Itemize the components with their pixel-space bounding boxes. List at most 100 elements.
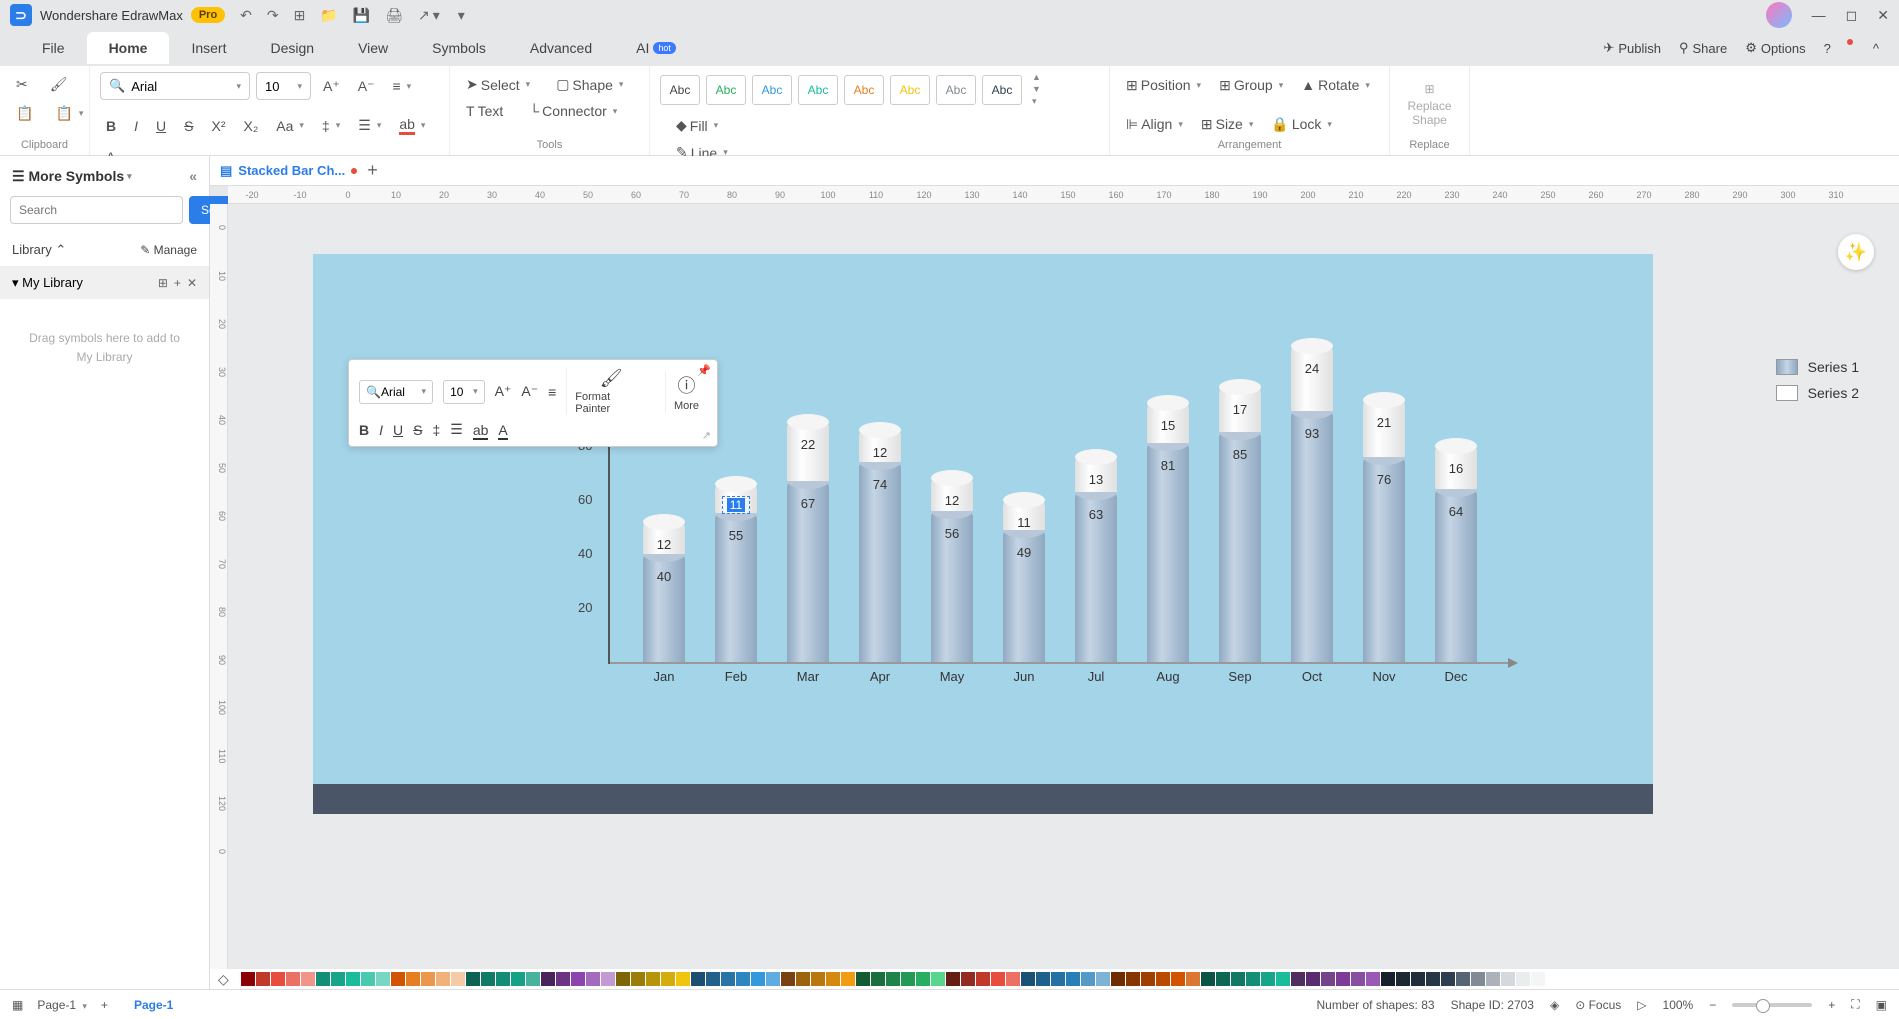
- ai-magic-button[interactable]: ✨: [1838, 234, 1874, 270]
- pin-icon[interactable]: 📌: [697, 364, 711, 377]
- tab-view[interactable]: View: [336, 32, 410, 64]
- align-button[interactable]: ⊫ Align▾: [1120, 112, 1189, 137]
- minimize-button[interactable]: —: [1812, 7, 1826, 23]
- color-swatch[interactable]: [1096, 972, 1110, 986]
- color-swatch[interactable]: [766, 972, 780, 986]
- legend[interactable]: Series 1 Series 2: [1776, 359, 1859, 411]
- color-swatch[interactable]: [271, 972, 285, 986]
- publish-button[interactable]: ✈ Publish: [1603, 40, 1661, 56]
- more-symbols-title[interactable]: More Symbols: [28, 168, 124, 184]
- fullscreen[interactable]: ▣: [1876, 998, 1887, 1012]
- layers-icon[interactable]: ◈: [1550, 998, 1559, 1012]
- search-input[interactable]: [10, 196, 183, 224]
- connector-tool[interactable]: └ Connector▾: [523, 99, 623, 123]
- color-swatch[interactable]: [1216, 972, 1230, 986]
- copy-button[interactable]: 📋: [10, 101, 39, 126]
- color-swatch[interactable]: [841, 972, 855, 986]
- color-swatch[interactable]: [1411, 972, 1425, 986]
- canvas[interactable]: ✨ 20406080 4012Jan5511Feb6722Mar7412Apr5…: [228, 204, 1899, 969]
- tab-ai[interactable]: AIhot: [614, 32, 698, 64]
- color-swatch[interactable]: [1021, 972, 1035, 986]
- new-button[interactable]: ⊞: [294, 7, 306, 24]
- color-swatch[interactable]: [316, 972, 330, 986]
- color-swatch[interactable]: [1306, 972, 1320, 986]
- export-button[interactable]: ↗▾: [418, 7, 440, 24]
- color-swatch[interactable]: [1066, 972, 1080, 986]
- color-swatch[interactable]: [751, 972, 765, 986]
- expand-icon[interactable]: ↗: [702, 429, 711, 442]
- selected-label[interactable]: 11: [722, 496, 750, 514]
- color-swatch[interactable]: [361, 972, 375, 986]
- doc-tab[interactable]: ▤ Stacked Bar Ch...: [220, 163, 357, 179]
- paste-button[interactable]: 📋▾: [49, 101, 89, 126]
- color-swatch[interactable]: [616, 972, 630, 986]
- color-swatch[interactable]: [1396, 972, 1410, 986]
- color-swatch[interactable]: [1246, 972, 1260, 986]
- color-swatch[interactable]: [541, 972, 555, 986]
- help-button[interactable]: ?: [1824, 41, 1831, 56]
- color-swatch[interactable]: [406, 972, 420, 986]
- open-button[interactable]: 📁: [320, 7, 337, 24]
- float-spacing[interactable]: ‡: [432, 422, 440, 438]
- float-highlight[interactable]: ab: [473, 422, 489, 438]
- float-font-select[interactable]: 🔍 Arial▾: [359, 380, 433, 404]
- close-button[interactable]: ✕: [1877, 7, 1889, 24]
- tab-file[interactable]: File: [20, 32, 87, 64]
- color-swatch[interactable]: [1156, 972, 1170, 986]
- strike-button[interactable]: S: [178, 114, 199, 138]
- styles-down[interactable]: ▼: [1032, 84, 1041, 94]
- color-swatch[interactable]: [331, 972, 345, 986]
- fill-button[interactable]: ◆ Fill▾: [670, 113, 759, 138]
- bullets-button[interactable]: ☰▾: [352, 113, 387, 138]
- color-swatch[interactable]: [1381, 972, 1395, 986]
- redo-button[interactable]: ↷: [267, 7, 279, 24]
- color-swatch[interactable]: [676, 972, 690, 986]
- manage-button[interactable]: ✎ Manage: [140, 243, 197, 257]
- bar-column[interactable]: 5612May: [931, 478, 973, 662]
- undo-button[interactable]: ↶: [240, 7, 252, 24]
- color-swatch[interactable]: [1261, 972, 1275, 986]
- color-swatch[interactable]: [1321, 972, 1335, 986]
- color-swatch[interactable]: [1471, 972, 1485, 986]
- bucket-icon[interactable]: ◇: [218, 971, 236, 988]
- bar-column[interactable]: 5511Feb: [715, 484, 757, 662]
- align-menu[interactable]: ≡▾: [386, 74, 417, 98]
- color-swatch[interactable]: [796, 972, 810, 986]
- bar-column[interactable]: 7621Nov: [1363, 400, 1405, 662]
- color-swatch[interactable]: [631, 972, 645, 986]
- underline-button[interactable]: U: [150, 114, 172, 138]
- styles-gallery[interactable]: Abc Abc Abc Abc Abc Abc Abc Abc: [660, 75, 1022, 105]
- color-swatch[interactable]: [1516, 972, 1530, 986]
- color-swatch[interactable]: [781, 972, 795, 986]
- float-dec-font[interactable]: A⁻: [521, 383, 538, 400]
- shape-tool[interactable]: ▢ Shape▾: [550, 72, 629, 97]
- cut-button[interactable]: ✂: [10, 72, 34, 97]
- new-doc-tab[interactable]: +: [367, 160, 378, 181]
- zoom-out[interactable]: −: [1709, 998, 1716, 1012]
- format-painter-button[interactable]: 🖌: [44, 72, 74, 97]
- color-swatch[interactable]: [601, 972, 615, 986]
- share-button[interactable]: ⚲ Share: [1679, 40, 1727, 56]
- color-swatch[interactable]: [436, 972, 450, 986]
- zoom-slider[interactable]: [1732, 1003, 1812, 1007]
- color-swatch[interactable]: [526, 972, 540, 986]
- color-swatch[interactable]: [811, 972, 825, 986]
- font-select[interactable]: 🔍 Arial▾: [100, 72, 250, 100]
- color-swatch[interactable]: [301, 972, 315, 986]
- tab-symbols[interactable]: Symbols: [410, 32, 508, 64]
- color-swatch[interactable]: [946, 972, 960, 986]
- color-swatch[interactable]: [691, 972, 705, 986]
- page-view-icon[interactable]: ▦: [12, 998, 23, 1012]
- bar-column[interactable]: 8115Aug: [1147, 403, 1189, 662]
- replace-shape-button[interactable]: ⊞Replace Shape: [1400, 78, 1459, 131]
- color-swatch[interactable]: [856, 972, 870, 986]
- color-swatch[interactable]: [556, 972, 570, 986]
- tab-design[interactable]: Design: [248, 32, 336, 64]
- highlight-button[interactable]: ab▾: [393, 112, 431, 139]
- color-swatch[interactable]: [646, 972, 660, 986]
- size-button[interactable]: ⊞ Size▾: [1195, 112, 1260, 137]
- color-swatch[interactable]: [1291, 972, 1305, 986]
- bar-column[interactable]: 9324Oct: [1291, 346, 1333, 662]
- bar-column[interactable]: 6722Mar: [787, 422, 829, 662]
- subscript-button[interactable]: X₂: [237, 114, 264, 138]
